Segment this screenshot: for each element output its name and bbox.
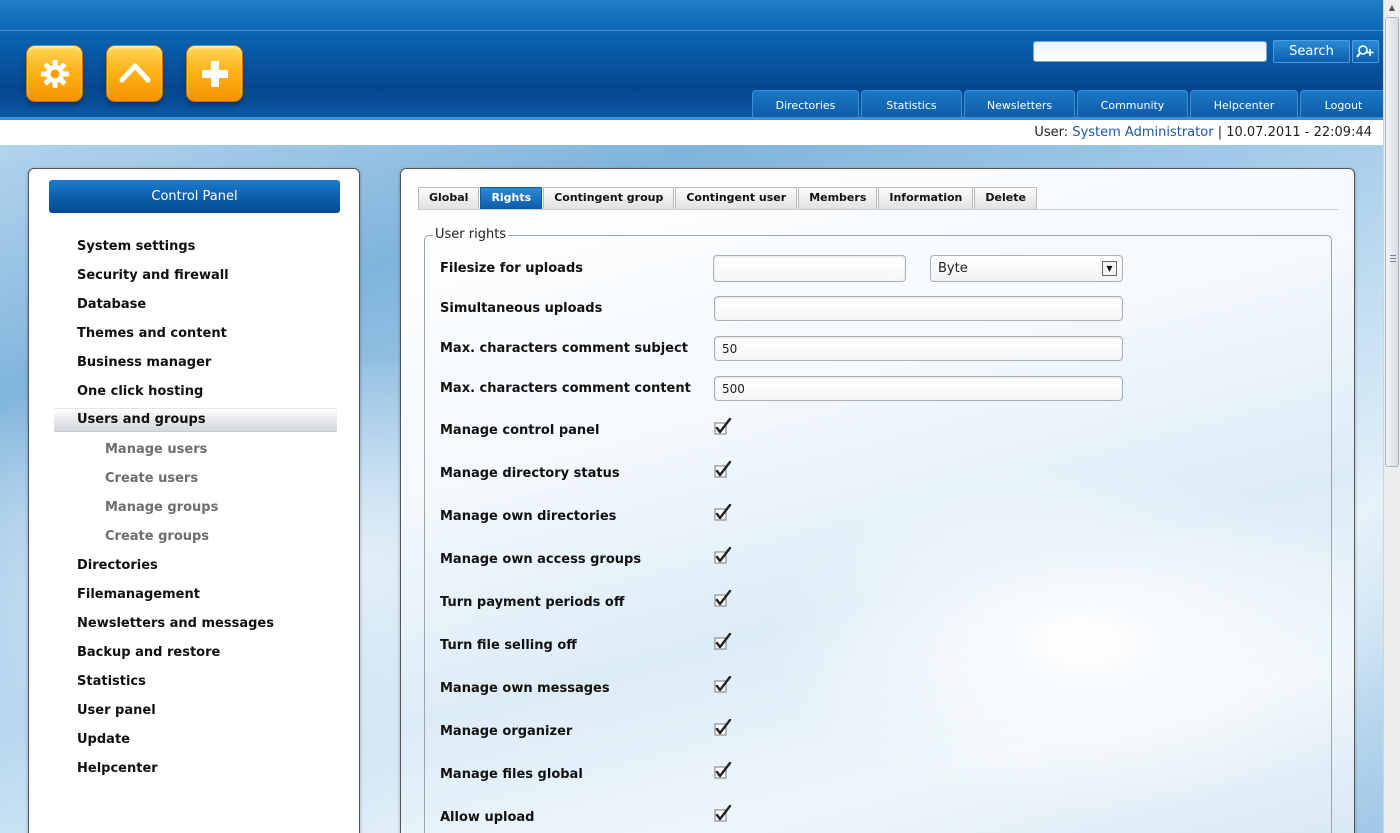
sidebar-item-business-manager[interactable]: Business manager: [54, 348, 337, 377]
search-user-icon[interactable]: [1352, 40, 1379, 63]
manage-directory-status-checkbox[interactable]: [714, 460, 732, 479]
sidebar-item-users-groups[interactable]: Users and groups: [54, 408, 337, 432]
user-status-bar: User: System Administrator | 10.07.2011 …: [0, 120, 1383, 145]
add-plus-icon[interactable]: [186, 45, 243, 102]
turn-file-selling-off-label: Turn file selling off: [440, 638, 577, 653]
filesize-input[interactable]: [713, 255, 906, 282]
max-content-input[interactable]: [714, 376, 1123, 401]
allow-upload-label: Allow upload: [440, 810, 535, 825]
grip-icon: [1390, 255, 1396, 262]
search-button[interactable]: Search: [1273, 40, 1350, 63]
checkmark-icon: [714, 503, 732, 521]
turn-payment-periods-off-label: Turn payment periods off: [440, 595, 625, 610]
tab-rights[interactable]: Rights: [480, 187, 543, 209]
tab-underline: [418, 209, 1338, 210]
manage-directory-status-label: Manage directory status: [440, 466, 620, 481]
scroll-up-icon[interactable]: ▲: [1384, 0, 1400, 16]
sidebar-item-user-panel[interactable]: User panel: [54, 696, 337, 725]
manage-own-directories-label: Manage own directories: [440, 509, 617, 524]
chevron-down-icon: ▼: [1102, 261, 1117, 276]
turn-payment-periods-off-checkbox[interactable]: [714, 589, 732, 608]
tab-bar: Global Rights Contingent group Contingen…: [418, 187, 1037, 209]
checkmark-icon: [714, 675, 732, 693]
sidebar-item-one-click-hosting[interactable]: One click hosting: [54, 377, 337, 406]
nav-newsletters[interactable]: Newsletters: [964, 90, 1075, 119]
nav-logout[interactable]: Logout: [1300, 90, 1383, 119]
submenu-manage-users[interactable]: Manage users: [54, 435, 337, 464]
sidebar-item-system-settings[interactable]: System settings: [54, 232, 337, 261]
submenu-manage-groups[interactable]: Manage groups: [54, 493, 337, 522]
datetime: 10.07.2011 - 22:09:44: [1226, 125, 1372, 140]
username-link[interactable]: System Administrator: [1072, 125, 1213, 140]
checkmark-icon: [714, 761, 732, 779]
home-up-icon[interactable]: [106, 45, 163, 102]
sidebar-item-backup-restore[interactable]: Backup and restore: [54, 638, 337, 667]
checkmark-icon: [714, 589, 732, 607]
checkmark-icon: [714, 632, 732, 650]
max-content-label: Max. characters comment content: [440, 381, 691, 396]
submenu-create-users[interactable]: Create users: [54, 464, 337, 493]
top-navigation: Directories Statistics Newsletters Commu…: [752, 90, 1383, 119]
control-panel-sidebar: Control Panel System settings Security a…: [28, 168, 360, 833]
sidebar-menu: System settings Security and firewall Da…: [54, 232, 337, 783]
user-rights-panel: Global Rights Contingent group Contingen…: [400, 168, 1355, 833]
manage-control-panel-label: Manage control panel: [440, 423, 600, 438]
tab-members[interactable]: Members: [798, 187, 878, 209]
tab-delete[interactable]: Delete: [974, 187, 1037, 209]
filesize-unit-select[interactable]: Byte ▼: [930, 255, 1123, 282]
manage-control-panel-checkbox[interactable]: [714, 417, 732, 436]
max-subject-label: Max. characters comment subject: [440, 341, 688, 356]
turn-file-selling-off-checkbox[interactable]: [714, 632, 732, 651]
sidebar-item-security-firewall[interactable]: Security and firewall: [54, 261, 337, 290]
sidebar-item-helpcenter[interactable]: Helpcenter: [54, 754, 337, 783]
tab-contingent-user[interactable]: Contingent user: [675, 187, 798, 209]
manage-own-access-groups-label: Manage own access groups: [440, 552, 642, 567]
manage-own-messages-checkbox[interactable]: [714, 675, 732, 694]
header-divider: [0, 30, 1383, 31]
tab-global[interactable]: Global: [418, 187, 480, 209]
tab-contingent-group[interactable]: Contingent group: [543, 187, 675, 209]
sidebar-item-themes-content[interactable]: Themes and content: [54, 319, 337, 348]
settings-gear-icon[interactable]: [26, 45, 83, 102]
scroll-thumb[interactable]: [1385, 17, 1399, 467]
filesize-label: Filesize for uploads: [440, 261, 583, 276]
control-panel-title: Control Panel: [49, 180, 340, 213]
sidebar-item-statistics[interactable]: Statistics: [54, 667, 337, 696]
manage-own-directories-checkbox[interactable]: [714, 503, 732, 522]
checkmark-icon: [714, 804, 732, 822]
sidebar-item-database[interactable]: Database: [54, 290, 337, 319]
manage-own-messages-label: Manage own messages: [440, 681, 610, 696]
nav-community[interactable]: Community: [1077, 90, 1188, 119]
max-subject-input[interactable]: [714, 336, 1123, 361]
manage-organizer-label: Manage organizer: [440, 724, 573, 739]
filesize-unit-value: Byte: [938, 261, 968, 276]
user-rights-fieldset: [424, 235, 1332, 833]
page-scrollbar[interactable]: ▲: [1383, 0, 1400, 833]
nav-helpcenter[interactable]: Helpcenter: [1190, 90, 1298, 119]
allow-upload-checkbox[interactable]: [714, 804, 732, 823]
search-input[interactable]: [1033, 41, 1267, 62]
manage-own-access-groups-checkbox[interactable]: [714, 546, 732, 565]
checkmark-icon: [714, 460, 732, 478]
checkmark-icon: [714, 718, 732, 736]
fieldset-legend: User rights: [433, 227, 509, 242]
sidebar-item-newsletters-messages[interactable]: Newsletters and messages: [54, 609, 337, 638]
sidebar-item-update[interactable]: Update: [54, 725, 337, 754]
sidebar-item-directories[interactable]: Directories: [54, 551, 337, 580]
user-separator: |: [1217, 125, 1223, 140]
nav-statistics[interactable]: Statistics: [861, 90, 962, 119]
manage-organizer-checkbox[interactable]: [714, 718, 732, 737]
app-header: Search Directories Statistics Newsletter…: [0, 0, 1383, 120]
submenu-create-groups[interactable]: Create groups: [54, 522, 337, 551]
simultaneous-uploads-label: Simultaneous uploads: [440, 301, 603, 316]
manage-files-global-checkbox[interactable]: [714, 761, 732, 780]
user-prefix: User:: [1034, 125, 1069, 140]
nav-directories[interactable]: Directories: [752, 90, 859, 119]
tab-information[interactable]: Information: [878, 187, 974, 209]
checkmark-icon: [714, 417, 732, 435]
checkmark-icon: [714, 546, 732, 564]
manage-files-global-label: Manage files global: [440, 767, 583, 782]
sidebar-item-filemanagement[interactable]: Filemanagement: [54, 580, 337, 609]
simultaneous-uploads-input[interactable]: [714, 296, 1123, 321]
